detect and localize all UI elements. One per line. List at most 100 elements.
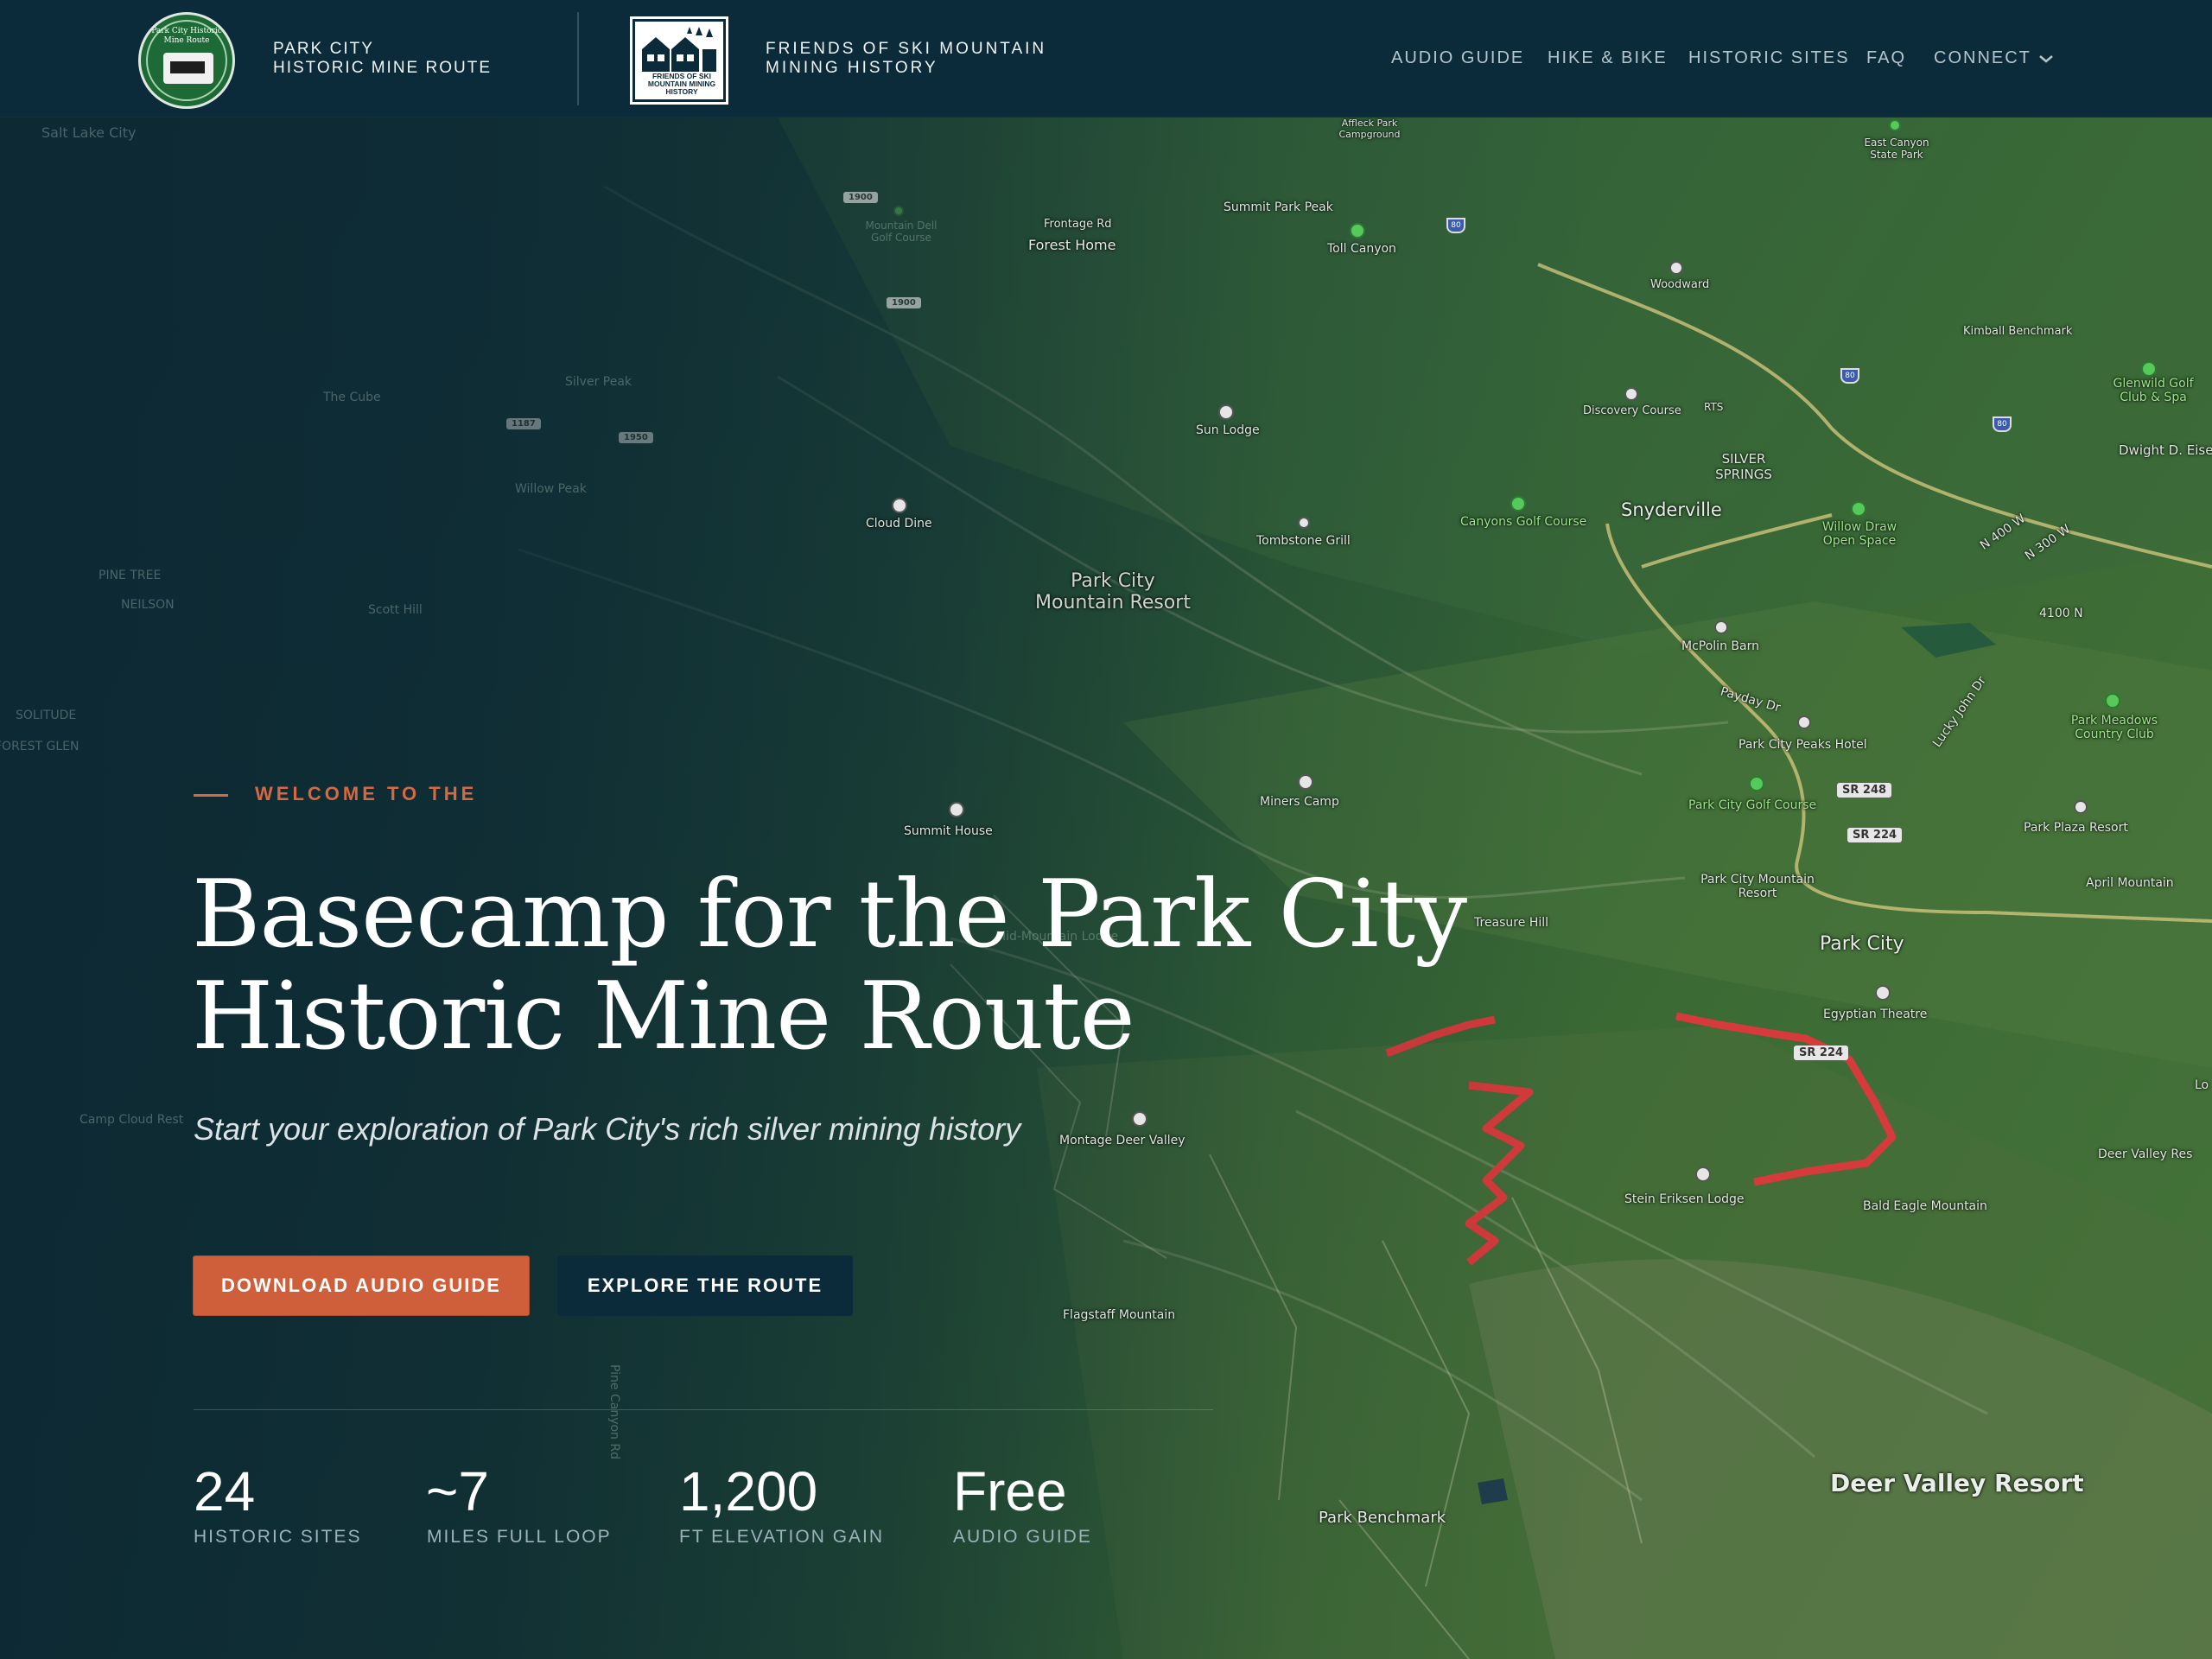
map-label: Frontage Rd xyxy=(1044,218,1112,231)
map-label: Park City Mountain Resort xyxy=(1700,873,1815,900)
map-label: Pine Canyon Rd xyxy=(607,1364,621,1459)
park-pin-icon xyxy=(1889,119,1901,131)
map-label: Stein Eriksen Lodge xyxy=(1624,1192,1745,1206)
stat-value-miles: ~7 xyxy=(426,1460,489,1522)
nav-audio-guide[interactable]: AUDIO GUIDE xyxy=(1391,48,1524,73)
header-divider xyxy=(577,12,579,105)
road-badge: SR 224 xyxy=(1794,1046,1849,1060)
map-label: Silver Peak xyxy=(565,375,632,389)
map-label: Glenwild Golf Club & Spa xyxy=(2113,377,2194,404)
map-label: Dwight D. Eise xyxy=(2119,442,2212,458)
golf-pin-icon xyxy=(1510,496,1526,512)
map-label: Park Meadows Country Club xyxy=(2070,714,2158,741)
map-label: Discovery Course xyxy=(1583,404,1681,417)
poi-pin-icon xyxy=(1218,404,1234,420)
map-label: NEILSON xyxy=(121,598,175,612)
nav-faq[interactable]: FAQ xyxy=(1866,48,1906,73)
map-label: Park City xyxy=(1820,933,1904,955)
map-label: Mountain Dell Golf Course xyxy=(865,219,938,244)
map-label: Willow Draw Open Space xyxy=(1821,520,1897,548)
map-label: RTS xyxy=(1704,401,1724,413)
map-label: April Mountain xyxy=(2086,876,2174,890)
stat-label-elevation: FT ELEVATION GAIN xyxy=(679,1527,885,1547)
golf-pin-icon xyxy=(893,206,904,216)
map-label: SILVER SPRINGS xyxy=(1715,451,1772,482)
stat-value-elevation: 1,200 xyxy=(679,1460,818,1522)
map-label: PINE TREE xyxy=(99,569,162,582)
mine-buildings-icon xyxy=(642,27,716,72)
map-label: Treasure Hill xyxy=(1474,916,1549,930)
map-label: Kimball Benchmark xyxy=(1963,325,2073,338)
map-label: Camp Cloud Rest xyxy=(79,1113,184,1127)
map-label: McPolin Barn xyxy=(1681,639,1759,653)
map-label: Snyderville xyxy=(1621,499,1722,520)
stat-value-historic-sites: 24 xyxy=(194,1460,256,1522)
golf-pin-icon xyxy=(2141,361,2157,377)
map-label: FOREST GLEN xyxy=(0,740,79,753)
logo-lettering: FRIENDS OF SKI MOUNTAIN MINING HISTORY xyxy=(647,72,716,96)
poi-pin-icon xyxy=(892,498,907,513)
map-label: Summit Park Peak xyxy=(1224,200,1333,214)
logo-lettering: Park City Historic Mine Route xyxy=(151,27,222,45)
brand-title-park-city[interactable]: PARK CITY HISTORIC MINE ROUTE xyxy=(273,40,492,78)
map-label: Park Plaza Resort xyxy=(2024,821,2128,835)
map-label: Park Benchmark xyxy=(1319,1509,1446,1527)
map-label: Summit House xyxy=(904,824,993,838)
interstate-shield-icon: 80 xyxy=(1993,416,2012,432)
poi-pin-icon xyxy=(1797,715,1811,729)
explore-route-button[interactable]: EXPLORE THE ROUTE xyxy=(557,1255,853,1316)
nav-hike-bike[interactable]: HIKE & BIKE xyxy=(1548,48,1668,73)
map-label: Willow Peak xyxy=(515,482,587,496)
map-label: Forest Home xyxy=(1028,237,1116,253)
stats-divider xyxy=(194,1409,1213,1410)
interstate-shield-icon: 80 xyxy=(1840,368,1859,384)
poi-pin-icon xyxy=(1669,261,1683,275)
poi-pin-icon xyxy=(1695,1166,1711,1182)
park-pin-icon xyxy=(1851,501,1866,517)
map-label: Montage Deer Valley xyxy=(1059,1134,1185,1147)
road-badge: SR 248 xyxy=(1837,783,1892,798)
poi-pin-icon xyxy=(1875,985,1891,1001)
map-label: Woodward xyxy=(1650,278,1710,291)
interstate-shield-icon: 80 xyxy=(1446,218,1465,233)
road-badge: 1950 xyxy=(619,432,653,443)
map-label: 4100 N xyxy=(2039,607,2083,620)
mine-cart-icon xyxy=(163,53,213,84)
nav-historic-sites[interactable]: HISTORIC SITES xyxy=(1688,48,1850,73)
road-badge: 1900 xyxy=(843,192,878,203)
road-badge: 1187 xyxy=(506,418,541,429)
park-pin-icon xyxy=(1350,223,1365,238)
stat-value-audio: Free xyxy=(953,1460,1067,1522)
hero-eyebrow: WELCOME TO THE xyxy=(255,783,478,804)
chevron-down-icon[interactable] xyxy=(2036,48,2056,69)
map-label: Salt Lake City xyxy=(41,124,137,141)
stat-label-miles: MILES FULL LOOP xyxy=(427,1527,612,1547)
map-label: Scott Hill xyxy=(368,603,423,617)
map-label: Canyons Golf Course xyxy=(1460,515,1587,529)
map-label: Cloud Dine xyxy=(866,517,932,531)
map-label: Affleck Park Campground xyxy=(1338,118,1401,140)
eyebrow-rule xyxy=(194,794,228,797)
download-audio-guide-button[interactable]: DOWNLOAD AUDIO GUIDE xyxy=(193,1255,530,1316)
brand-title-friends[interactable]: FRIENDS OF SKI MOUNTAIN MINING HISTORY xyxy=(766,40,1046,78)
stat-label-audio: AUDIO GUIDE xyxy=(953,1527,1092,1547)
map-label: Deer Valley Res xyxy=(2098,1147,2193,1161)
hero-headline: Basecamp for the Park City Historic Mine… xyxy=(192,861,1467,1071)
poi-pin-icon xyxy=(1624,387,1638,401)
map-label: Park City Peaks Hotel xyxy=(1738,738,1867,752)
map-label: Miners Camp xyxy=(1260,795,1339,809)
map-label: Toll Canyon xyxy=(1327,242,1396,256)
poi-pin-icon xyxy=(1714,620,1728,634)
friends-ski-mountain-logo[interactable]: FRIENDS OF SKI MOUNTAIN MINING HISTORY xyxy=(630,16,728,105)
nav-connect[interactable]: CONNECT xyxy=(1934,48,2031,73)
park-city-mine-route-logo[interactable]: Park City Historic Mine Route xyxy=(138,12,235,109)
golf-pin-icon xyxy=(1749,776,1764,791)
map-label: Lo xyxy=(2195,1078,2209,1092)
map-label: Flagstaff Mountain xyxy=(1063,1308,1176,1322)
map-label: Egyptian Theatre xyxy=(1823,1007,1928,1021)
map-label: Sun Lodge xyxy=(1196,423,1260,437)
stat-label-historic-sites: HISTORIC SITES xyxy=(194,1527,362,1547)
poi-pin-icon xyxy=(2074,800,2088,814)
hero-subheading: Start your exploration of Park City's ri… xyxy=(194,1111,1021,1147)
map-label: Deer Valley Resort xyxy=(1830,1469,2084,1497)
